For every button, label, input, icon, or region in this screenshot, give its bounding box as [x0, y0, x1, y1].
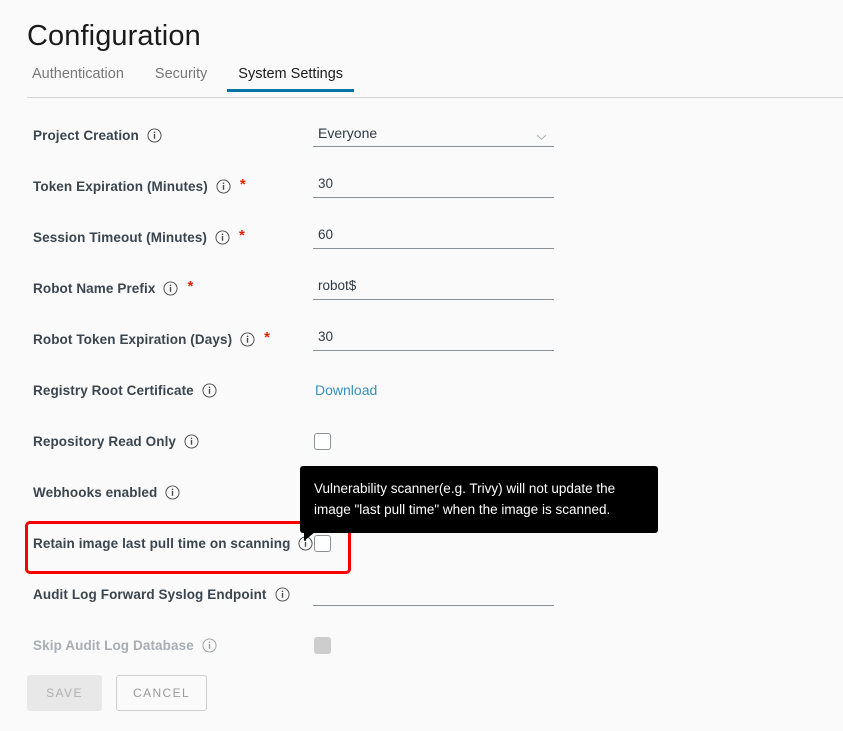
control-skip-audit-log-database — [313, 637, 554, 654]
row-robot-name-prefix: Robot Name Prefix * — [0, 263, 843, 314]
tooltip-tail — [304, 532, 315, 541]
label-robot-token-expiration: Robot Token Expiration (Days) * — [33, 329, 271, 347]
control-registry-root-certificate: Download — [313, 382, 554, 400]
label-robot-name-prefix: Robot Name Prefix * — [33, 278, 194, 296]
control-audit-log-forward-syslog-endpoint — [313, 583, 554, 606]
info-icon[interactable] — [216, 179, 231, 194]
save-button[interactable]: SAVE — [27, 675, 102, 711]
session-timeout-input[interactable] — [313, 226, 554, 249]
system-settings-form: Project Creation Everyone Token Expirati… — [0, 110, 843, 671]
repository-read-only-checkbox[interactable] — [314, 433, 331, 450]
control-session-timeout — [313, 226, 554, 249]
tab-security[interactable]: Security — [144, 66, 218, 91]
cancel-button[interactable]: CANCEL — [116, 675, 208, 711]
info-icon[interactable] — [184, 434, 199, 449]
skip-audit-log-database-checkbox — [314, 637, 331, 654]
tab-system-settings[interactable]: System Settings — [227, 66, 354, 92]
label-text: Session Timeout (Minutes) — [33, 230, 208, 245]
row-skip-audit-log-database: Skip Audit Log Database — [0, 620, 843, 671]
label-text: Token Expiration (Minutes) — [33, 179, 208, 194]
tooltip: Vulnerability scanner(e.g. Trivy) will n… — [300, 466, 658, 541]
download-certificate-link[interactable]: Download — [313, 382, 377, 398]
row-robot-token-expiration: Robot Token Expiration (Days) * — [0, 314, 843, 365]
label-retain-image-last-pull-time: Retain image last pull time on scanning — [33, 536, 313, 551]
info-icon[interactable] — [202, 383, 217, 398]
control-retain-image-last-pull-time — [313, 535, 554, 552]
info-icon[interactable] — [165, 485, 180, 500]
info-icon[interactable] — [275, 587, 290, 602]
audit-log-forward-syslog-endpoint-input[interactable] — [313, 583, 554, 606]
row-audit-log-forward-syslog-endpoint: Audit Log Forward Syslog Endpoint — [0, 569, 843, 620]
label-text: Webhooks enabled — [33, 485, 158, 500]
label-audit-log-forward-syslog-endpoint: Audit Log Forward Syslog Endpoint — [33, 587, 290, 602]
info-icon[interactable] — [202, 638, 217, 653]
info-icon[interactable] — [240, 332, 255, 347]
control-robot-token-expiration — [313, 328, 554, 351]
label-text: Project Creation — [33, 128, 139, 143]
token-expiration-input[interactable] — [313, 175, 554, 198]
control-project-creation: Everyone — [313, 124, 554, 147]
label-text: Registry Root Certificate — [33, 383, 194, 398]
row-registry-root-certificate: Registry Root Certificate Download — [0, 365, 843, 416]
label-text: Robot Token Expiration (Days) — [33, 332, 233, 347]
robot-name-prefix-input[interactable] — [313, 277, 554, 300]
required-marker: * — [264, 329, 271, 346]
tab-authentication[interactable]: Authentication — [21, 66, 135, 91]
label-repository-read-only: Repository Read Only — [33, 434, 199, 449]
control-robot-name-prefix — [313, 277, 554, 300]
tooltip-text: Vulnerability scanner(e.g. Trivy) will n… — [314, 481, 616, 517]
form-actions: SAVE CANCEL — [27, 675, 208, 711]
robot-token-expiration-input[interactable] — [313, 328, 554, 351]
control-token-expiration — [313, 175, 554, 198]
label-registry-root-certificate: Registry Root Certificate — [33, 383, 217, 398]
label-skip-audit-log-database: Skip Audit Log Database — [33, 638, 217, 653]
label-project-creation: Project Creation — [33, 128, 162, 143]
project-creation-value: Everyone — [318, 125, 378, 141]
row-token-expiration: Token Expiration (Minutes) * — [0, 161, 843, 212]
project-creation-select[interactable]: Everyone — [313, 124, 554, 147]
label-text: Repository Read Only — [33, 434, 177, 449]
info-icon[interactable] — [147, 128, 162, 143]
required-marker: * — [239, 227, 245, 244]
label-text: Robot Name Prefix — [33, 281, 156, 296]
label-token-expiration: Token Expiration (Minutes) * — [33, 176, 246, 194]
chevron-down-icon — [536, 128, 547, 140]
label-text: Audit Log Forward Syslog Endpoint — [33, 587, 267, 602]
required-marker: * — [239, 176, 246, 193]
label-webhooks-enabled: Webhooks enabled — [33, 485, 180, 500]
info-icon[interactable] — [215, 230, 230, 245]
page-title: Configuration — [27, 20, 201, 52]
retain-image-last-pull-time-checkbox[interactable] — [314, 535, 331, 552]
label-text: Retain image last pull time on scanning — [33, 536, 291, 551]
control-repository-read-only — [313, 433, 554, 450]
row-project-creation: Project Creation Everyone — [0, 110, 843, 161]
row-session-timeout: Session Timeout (Minutes) * — [0, 212, 843, 263]
label-session-timeout: Session Timeout (Minutes) * — [33, 227, 245, 245]
tab-bar: Authentication Security System Settings — [27, 66, 843, 98]
row-repository-read-only: Repository Read Only — [0, 416, 843, 467]
info-icon[interactable] — [163, 281, 179, 296]
label-text: Skip Audit Log Database — [33, 638, 194, 653]
required-marker: * — [187, 278, 194, 295]
